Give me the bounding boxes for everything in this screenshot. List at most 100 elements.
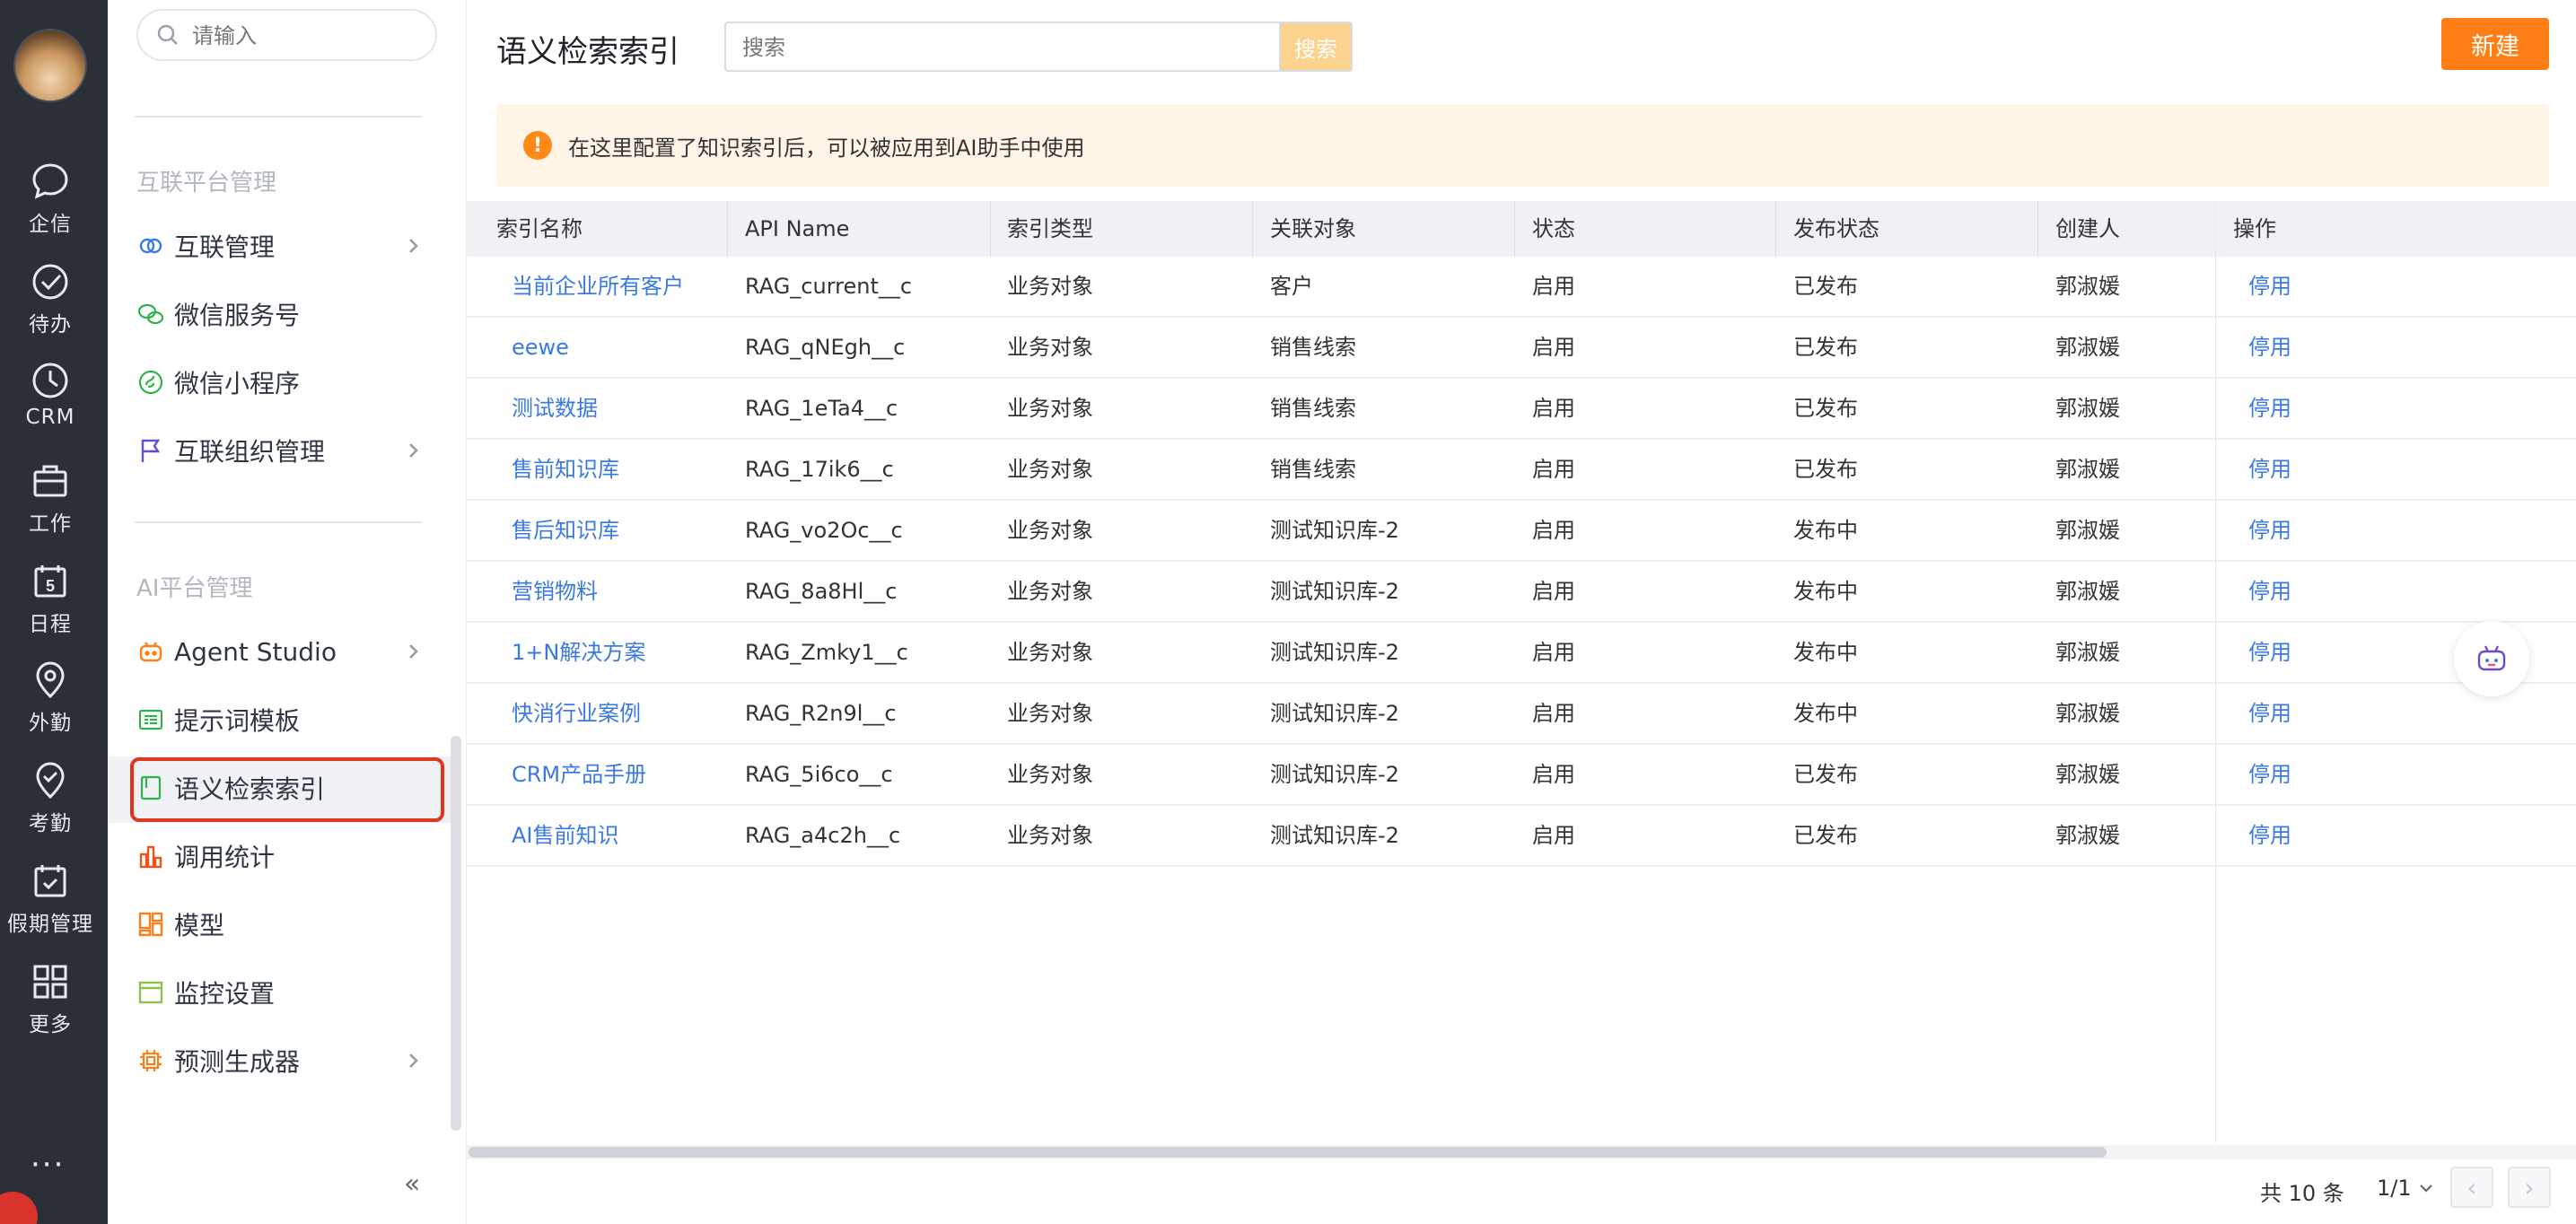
model-blocks-icon (138, 912, 163, 937)
sidebar-item-org[interactable]: 互联组织管理 (136, 424, 451, 477)
cell-index-name[interactable]: eewe (512, 318, 569, 379)
cell-index-name[interactable]: 测试数据 (512, 379, 598, 440)
disable-action-link[interactable]: 停用 (2248, 684, 2291, 745)
column-separator[interactable] (1514, 201, 1515, 257)
prev-page-button[interactable]: ‹ (2450, 1167, 2493, 1208)
rail-item-more[interactable]: 更多 (0, 960, 101, 1037)
cell-status: 启用 (1532, 579, 1575, 604)
disable-action-link[interactable]: 停用 (2248, 318, 2291, 379)
cell-related-object: 销售线索 (1270, 457, 1356, 482)
avatar[interactable] (13, 29, 87, 102)
next-page-button[interactable]: › (2508, 1167, 2551, 1208)
chevron-right-icon (409, 644, 418, 659)
table-row: 当前企业所有客户 RAG_current__c 业务对象 客户 启用 已发布 郭淑媛 停用 (467, 257, 2576, 318)
column-separator[interactable] (2037, 201, 2038, 257)
table-row: 售后知识库 RAG_vo2Oc__c 业务对象 测试知识库-2 启用 发布中 郭淑媛 停用 (467, 501, 2576, 562)
disable-action-link[interactable]: 停用 (2248, 257, 2291, 318)
cell-index-name[interactable]: 售前知识库 (512, 440, 619, 501)
sidebar-item-wechat-service[interactable]: 微信服务号 (136, 287, 451, 341)
cell-index-name[interactable]: AI售前知识 (512, 806, 619, 867)
rail-label: 外勤 (29, 712, 72, 735)
disable-action-link[interactable]: 停用 (2248, 562, 2291, 623)
horizontal-scrollbar[interactable] (467, 1145, 2576, 1159)
column-header[interactable]: 发布状态 (1793, 201, 1879, 257)
cell-publish-status: 发布中 (1793, 518, 1858, 543)
sidebar-item-agent-studio[interactable]: Agent Studio (136, 625, 451, 678)
annotation-highlight-box (130, 757, 444, 822)
search-input[interactable] (742, 32, 1245, 63)
collapse-sidebar-icon[interactable]: « (404, 1168, 420, 1200)
cell-index-type: 业务对象 (1007, 762, 1093, 787)
rail-item-attendance[interactable]: 考勤 (0, 759, 101, 836)
cell-publish-status: 已发布 (1793, 762, 1858, 787)
sidebar-item-interconnect[interactable]: 互联管理 (136, 219, 451, 273)
sidebar-scrollbar[interactable] (451, 736, 461, 1131)
disable-action-link[interactable]: 停用 (2248, 379, 2291, 440)
warning-icon: ! (523, 131, 552, 160)
fixed-column-divider (2215, 201, 2216, 1143)
rail-item-todo[interactable]: 待办 (0, 260, 101, 337)
cell-index-type: 业务对象 (1007, 823, 1093, 848)
clock-icon (32, 363, 68, 398)
column-header[interactable]: 创建人 (2055, 201, 2120, 257)
sidebar-search-input[interactable] (192, 20, 416, 52)
disable-action-link[interactable]: 停用 (2248, 745, 2291, 806)
column-separator[interactable] (727, 201, 728, 257)
pager-total: 共 10 条 (2260, 1181, 2344, 1206)
cell-index-type: 业务对象 (1007, 457, 1093, 482)
more-dots-icon[interactable]: ··· (31, 1147, 65, 1183)
sidebar-item-call-stats[interactable]: 调用统计 (136, 829, 451, 883)
svg-text:5: 5 (46, 577, 55, 595)
notification-dot[interactable] (0, 1192, 38, 1224)
column-header[interactable]: API Name (745, 201, 849, 257)
rail-item-work[interactable]: 工作 (0, 459, 101, 537)
column-header[interactable]: 索引类型 (1007, 201, 1093, 257)
page-select[interactable]: 1/1 (2377, 1176, 2435, 1201)
ai-assistant-button[interactable] (2454, 621, 2529, 696)
disable-action-link[interactable]: 停用 (2248, 623, 2291, 684)
cell-api-name: RAG_qNEgh__c (745, 335, 906, 360)
rail-item-field[interactable]: 外勤 (0, 659, 101, 736)
chip-icon (140, 1050, 162, 1071)
notice-text: 在这里配置了知识索引后，可以被应用到AI助手中使用 (568, 135, 1085, 161)
column-header[interactable]: 状态 (1532, 201, 1575, 257)
cell-publish-status: 已发布 (1793, 396, 1858, 421)
sidebar-item-predict-generator[interactable]: 预测生成器 (136, 1034, 451, 1088)
rail-item-qixin[interactable]: 企信 (0, 160, 101, 237)
cell-creator: 郭淑媛 (2055, 640, 2120, 665)
cell-index-name[interactable]: 营销物料 (512, 562, 598, 623)
rail-item-crm[interactable]: CRM (0, 359, 101, 429)
cell-creator: 郭淑媛 (2055, 579, 2120, 604)
cell-index-name[interactable]: 1+N解决方案 (512, 623, 645, 684)
cell-index-name[interactable]: 售后知识库 (512, 501, 619, 562)
rail-item-schedule[interactable]: 5 日程 (0, 560, 101, 637)
column-separator[interactable] (1252, 201, 1253, 257)
sidebar-item-wechat-mini[interactable]: 微信小程序 (136, 355, 451, 409)
sidebar-item-monitor[interactable]: 监控设置 (136, 966, 451, 1019)
disable-action-link[interactable]: 停用 (2248, 501, 2291, 562)
disable-action-link[interactable]: 停用 (2248, 806, 2291, 867)
scrollbar-thumb[interactable] (469, 1147, 2107, 1158)
template-icon (138, 709, 163, 730)
search-button[interactable]: 搜索 (1279, 23, 1351, 70)
new-button[interactable]: 新建 (2441, 18, 2549, 70)
sidebar-item-model[interactable]: 模型 (136, 897, 451, 951)
disable-action-link[interactable]: 停用 (2248, 440, 2291, 501)
rail-label: 待办 (29, 313, 72, 337)
column-header[interactable]: 索引名称 (496, 201, 583, 257)
cell-index-name[interactable]: 快消行业案例 (512, 684, 641, 745)
rail-item-leave[interactable]: 假期管理 (0, 860, 101, 937)
cell-index-name[interactable]: CRM产品手册 (512, 745, 646, 806)
cell-related-object: 测试知识库-2 (1270, 762, 1399, 787)
cell-creator: 郭淑媛 (2055, 335, 2120, 360)
column-separator[interactable] (1775, 201, 1776, 257)
sidebar-item-label: 监控设置 (174, 979, 276, 1009)
cell-index-name[interactable]: 当前企业所有客户 (512, 257, 684, 318)
cell-api-name: RAG_Zmky1__c (745, 640, 908, 665)
cell-publish-status: 发布中 (1793, 579, 1858, 604)
sidebar-item-prompt-template[interactable]: 提示词模板 (136, 693, 451, 747)
column-separator[interactable] (990, 201, 991, 257)
sidebar-search[interactable] (136, 9, 437, 61)
cell-index-type: 业务对象 (1007, 335, 1093, 360)
column-header[interactable]: 关联对象 (1270, 201, 1356, 257)
